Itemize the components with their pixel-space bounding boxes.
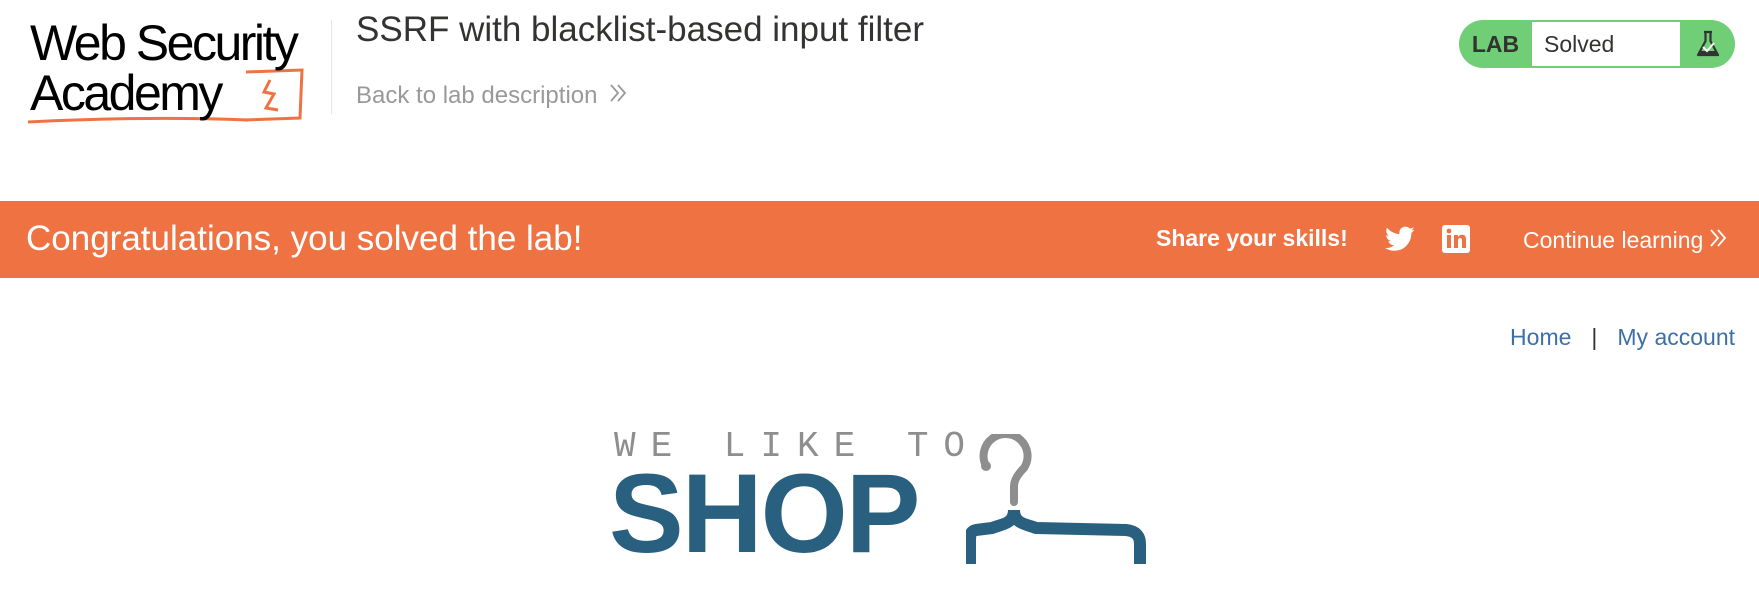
congratulations-message: Congratulations, you solved the lab!: [26, 219, 583, 258]
twitter-icon[interactable]: [1385, 225, 1415, 253]
share-skills-label: Share your skills!: [1156, 225, 1348, 251]
hanger-icon: [966, 434, 1146, 564]
nav-home-link[interactable]: Home: [1510, 324, 1571, 351]
nav-separator: |: [1591, 324, 1598, 350]
logo-line-1: Web Security: [30, 15, 299, 71]
lab-title: SSRF with blacklist-based input filter: [356, 10, 924, 49]
back-link-label: Back to lab description: [356, 82, 598, 109]
shop-logo-word: SHOP: [609, 451, 920, 576]
flask-icon: [1696, 30, 1720, 57]
continue-learning-label: Continue learning: [1523, 227, 1704, 253]
lab-status-text: Solved: [1532, 22, 1680, 66]
lab-status-badge: LAB Solved: [1459, 20, 1735, 68]
header-divider: [331, 20, 332, 114]
logo-zigzag-stroke: [261, 79, 279, 112]
solved-banner: Congratulations, you solved the lab! Sha…: [0, 201, 1759, 278]
double-chevron-right-icon: [609, 82, 627, 110]
top-nav: Home | My account: [1510, 324, 1735, 351]
back-to-lab-description-link[interactable]: Back to lab description: [356, 82, 627, 110]
double-chevron-right-icon: [1709, 227, 1727, 254]
continue-learning-link[interactable]: Continue learning: [1523, 227, 1727, 254]
shop-logo: WE LIKE TO SHOP: [609, 426, 1150, 576]
nav-my-account-link[interactable]: My account: [1617, 324, 1735, 351]
linkedin-icon[interactable]: [1442, 225, 1470, 253]
logo-line-2: Academy: [30, 65, 223, 121]
lab-tag: LAB: [1471, 30, 1520, 57]
web-security-academy-logo[interactable]: Web Security Academy: [26, 16, 326, 128]
